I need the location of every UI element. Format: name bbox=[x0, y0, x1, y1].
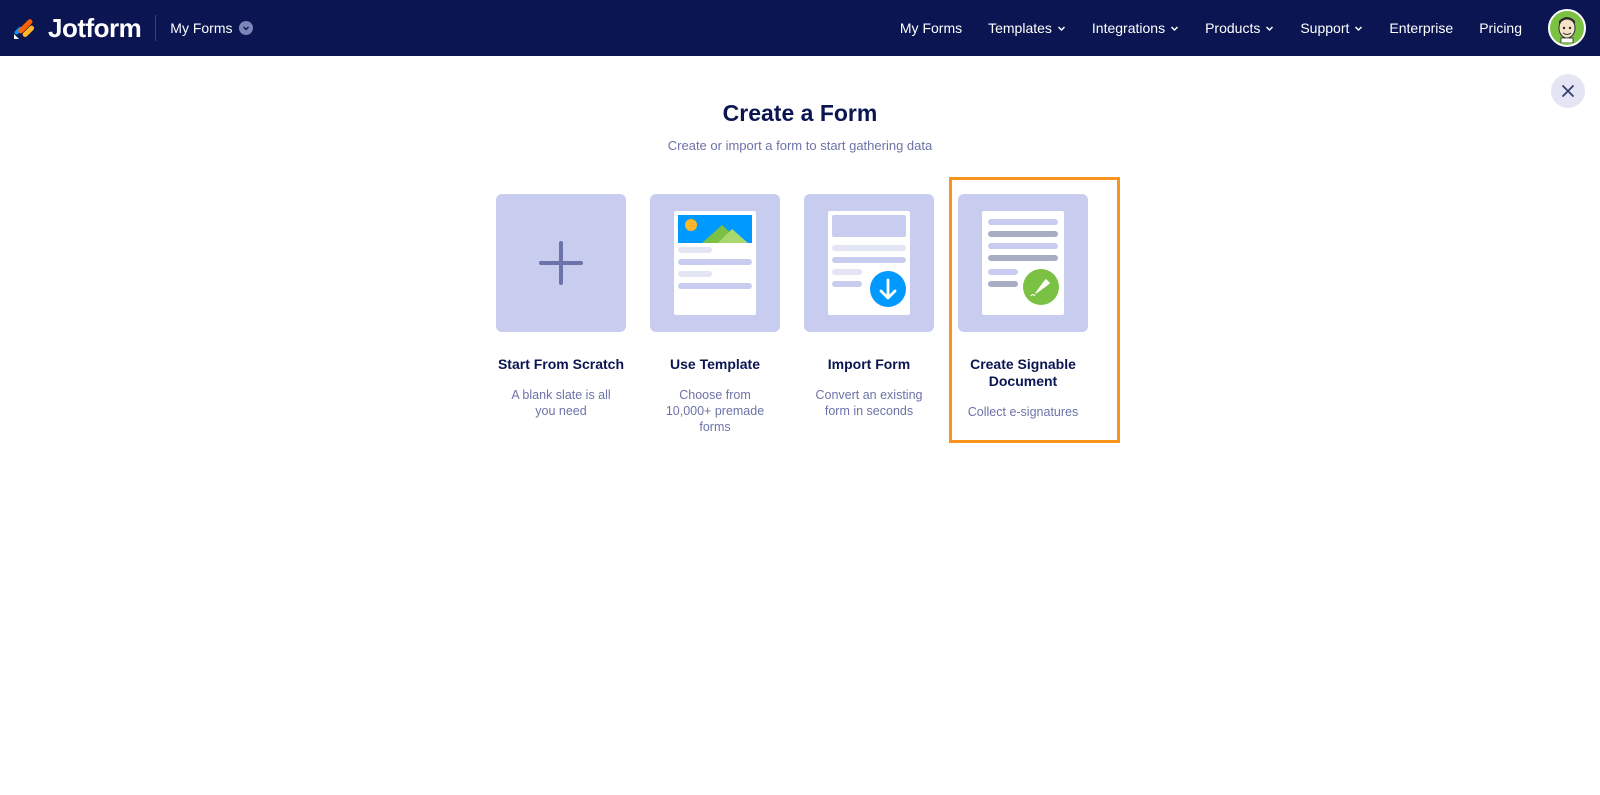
card-tile[interactable] bbox=[650, 194, 780, 332]
nav-my-forms[interactable]: My Forms bbox=[900, 20, 962, 36]
nav-pricing[interactable]: Pricing bbox=[1479, 20, 1522, 36]
nav-label: Pricing bbox=[1479, 20, 1522, 36]
nav-integrations[interactable]: Integrations bbox=[1092, 20, 1179, 36]
card-tile[interactable] bbox=[958, 194, 1088, 332]
card-title: Create Signable Document bbox=[970, 356, 1076, 389]
main-nav: My Forms Templates Integrations Products… bbox=[874, 0, 1600, 56]
user-avatar[interactable] bbox=[1548, 9, 1586, 47]
signature-icon bbox=[982, 211, 1064, 315]
chevron-down-icon bbox=[1057, 24, 1066, 33]
card-title: Import Form bbox=[827, 356, 911, 372]
jotform-logo-icon bbox=[14, 19, 35, 39]
nav-label: Enterprise bbox=[1389, 20, 1454, 36]
nav-label: My Forms bbox=[899, 20, 963, 36]
create-signable-document-card[interactable]: Create Signable Document Collect e-signa… bbox=[958, 194, 1088, 435]
chevron-down-icon bbox=[238, 21, 253, 35]
top-navigation-bar: Jotform My Forms My Forms Templates Inte… bbox=[0, 0, 1600, 56]
card-tile[interactable] bbox=[804, 194, 934, 332]
jotform-logo[interactable]: Jotform bbox=[12, 0, 142, 56]
card-description: Collect e-signatures bbox=[967, 405, 1079, 419]
nav-enterprise[interactable]: Enterprise bbox=[1389, 20, 1453, 36]
nav-label: Products bbox=[1205, 20, 1261, 36]
page-title: Create a Form bbox=[722, 100, 878, 126]
card-description: Convert an existing form in seconds bbox=[815, 388, 923, 418]
nav-templates[interactable]: Templates bbox=[988, 20, 1066, 36]
my-forms-switcher[interactable]: My Forms bbox=[170, 20, 253, 36]
nav-support[interactable]: Support bbox=[1300, 20, 1363, 36]
avatar-face-icon bbox=[1558, 17, 1576, 43]
plus-icon bbox=[539, 241, 583, 285]
close-icon bbox=[1562, 85, 1574, 97]
nav-label: Support bbox=[1300, 20, 1350, 36]
nav-products[interactable]: Products bbox=[1205, 20, 1274, 36]
card-title: Use Template bbox=[670, 356, 760, 372]
nav-label: Templates bbox=[988, 20, 1052, 36]
use-template-card[interactable]: Use Template Choose from 10,000+ premade… bbox=[650, 194, 780, 435]
template-icon bbox=[674, 211, 756, 315]
chevron-down-icon bbox=[1170, 24, 1179, 33]
create-options: Start From Scratch A blank slate is all … bbox=[496, 194, 1088, 435]
chevron-down-icon bbox=[1354, 24, 1363, 33]
start-from-scratch-card[interactable]: Start From Scratch A blank slate is all … bbox=[496, 194, 626, 435]
brand-name: Jotform bbox=[48, 12, 142, 43]
card-tile[interactable] bbox=[496, 194, 626, 332]
card-title: Start From Scratch bbox=[497, 356, 625, 372]
card-description: A blank slate is all you need bbox=[511, 388, 611, 418]
switcher-label: My Forms bbox=[170, 20, 233, 36]
page-subtitle: Create or import a form to start gatheri… bbox=[667, 138, 933, 153]
chevron-down-icon bbox=[1265, 24, 1274, 33]
download-arrow-icon bbox=[870, 271, 906, 307]
import-form-card[interactable]: Import Form Convert an existing form in … bbox=[804, 194, 934, 435]
card-description: Choose from 10,000+ premade forms bbox=[665, 388, 765, 434]
nav-label: Integrations bbox=[1091, 20, 1166, 36]
import-icon bbox=[828, 211, 910, 315]
pen-nib-icon bbox=[1023, 269, 1059, 305]
header-divider bbox=[155, 15, 157, 41]
